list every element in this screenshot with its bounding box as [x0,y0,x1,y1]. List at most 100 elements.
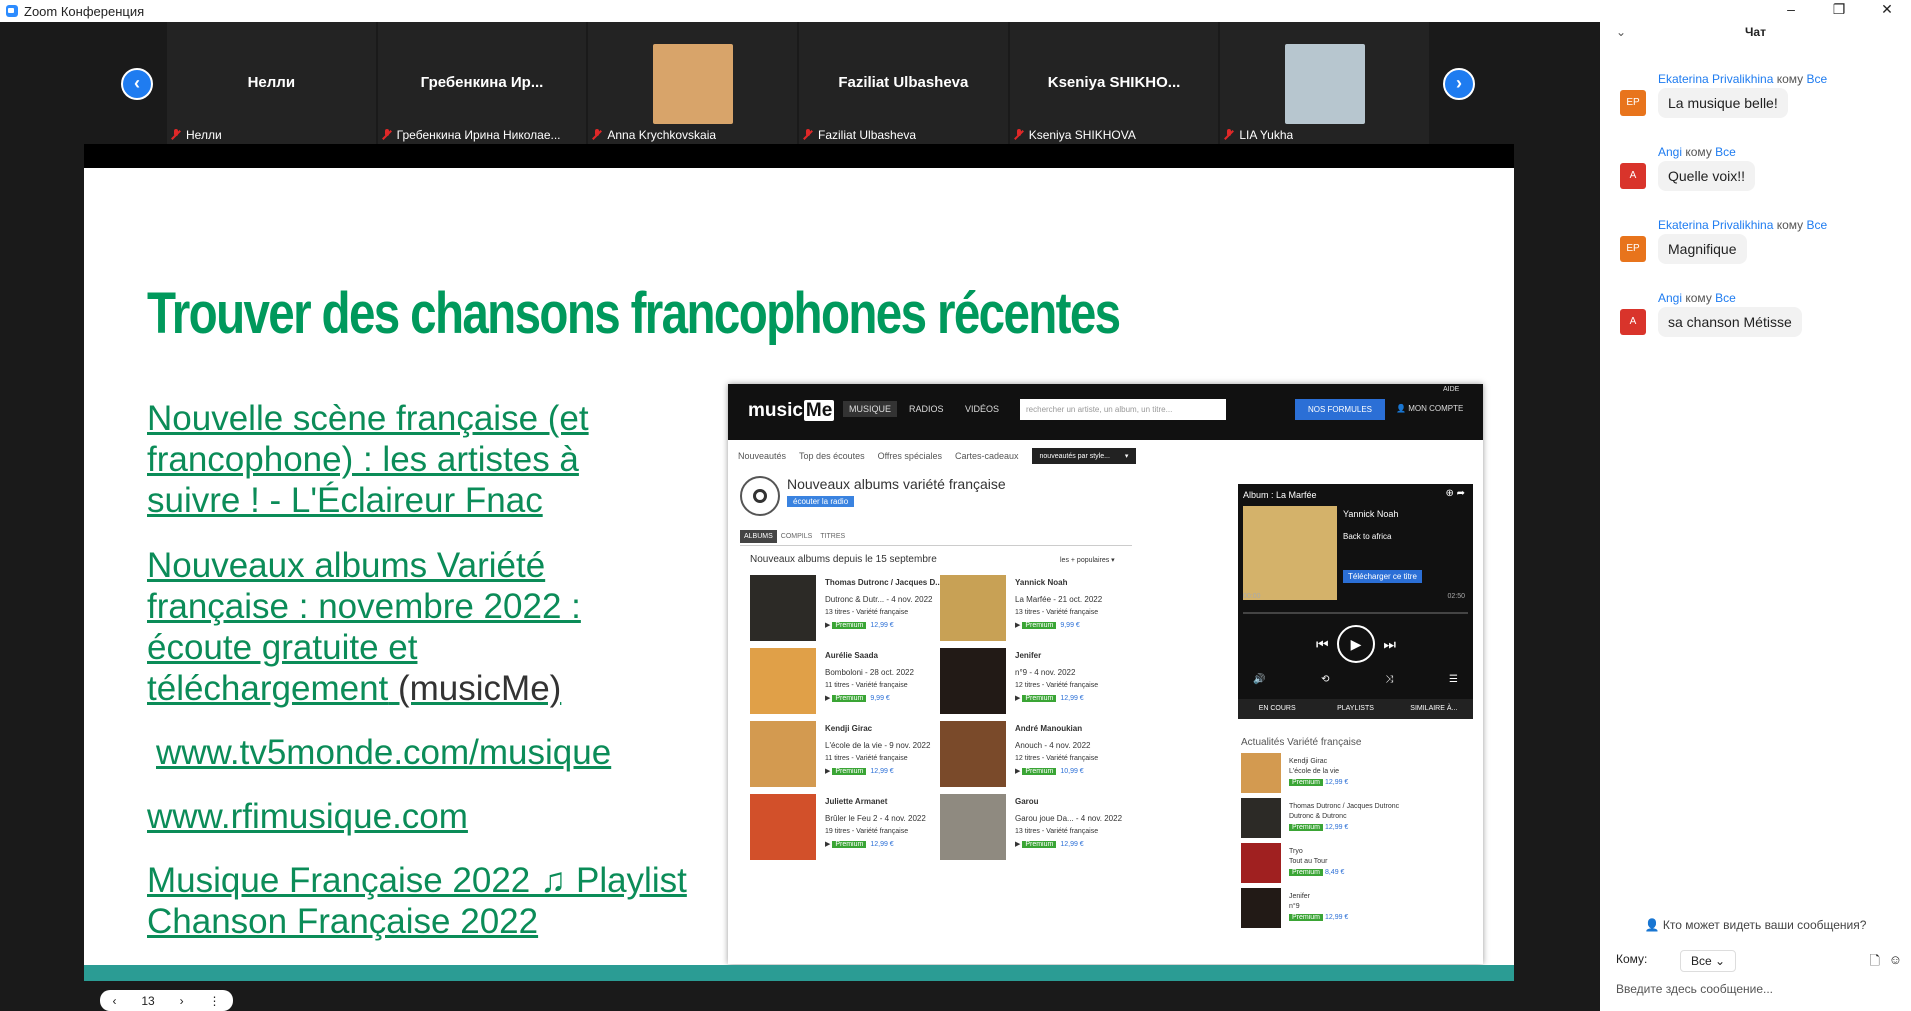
share-icon[interactable]: ⊕ ➦ [1445,488,1465,499]
emoji-icon[interactable]: ☺ [1889,952,1902,967]
album-price[interactable]: ▶ Premium 9,99 € [825,694,890,702]
album-price[interactable]: ▶ Premium 12,99 € [1015,694,1084,702]
sender-name[interactable]: Ekaterina Privalikhina [1658,72,1773,86]
style-select[interactable]: nouveautés par style... ▾ [1031,448,1137,464]
chat-input[interactable]: Введите здесь сообщение... [1616,982,1773,996]
sort-select[interactable]: les + populaires ▾ [1060,556,1115,564]
nav-videos[interactable]: VIDÉOS [965,404,999,414]
albums-since: Nouveaux albums depuis le 15 septembre [750,554,937,565]
recipient-label: Кому: [1616,952,1648,966]
user-icon: 👤 [1396,404,1409,413]
nav-aide[interactable]: AIDE [1443,386,1459,393]
sender-name[interactable]: Angi [1658,145,1682,159]
formules-button[interactable]: NOS FORMULES [1295,399,1385,420]
album-card[interactable]: Kendji Girac L'école de la vie - 9 nov. 2… [750,721,955,796]
album-card[interactable]: Juliette Armanet Brûler le Feu 2 - 4 nov.… [750,794,955,869]
album-price[interactable]: ▶ Premium 12,99 € [825,840,894,848]
album-card[interactable]: Yannick Noah La Marfée - 21 oct. 2022 13 t… [940,575,1145,650]
collapse-chevron-icon[interactable]: ⌄ [1616,22,1626,42]
sender-name[interactable]: Angi [1658,291,1682,305]
link-tv5monde[interactable]: www.tv5monde.com/musique [156,732,676,773]
previous-icon[interactable]: ⏮ [1316,636,1329,653]
album-cover [940,575,1006,641]
participant-tile[interactable]: Faziliat Ulbasheva Faziliat Ulbasheva [799,22,1008,144]
actu-artist: Thomas Dutronc / Jacques Dutronc [1289,803,1400,810]
visibility-info[interactable]: 👤 Кто может видеть ваши сообщения? [1600,918,1911,938]
actu-item[interactable]: Thomas Dutronc / Jacques Dutronc Dutronc … [1241,798,1471,838]
muted-mic-icon [803,129,813,140]
account-link[interactable]: 👤 MON COMPTE [1396,404,1463,413]
album-card[interactable]: André Manoukian Anouch - 4 nov. 2022 12 ti… [940,721,1145,796]
subtab-titres[interactable]: TITRES [816,530,849,543]
player-tab-playlists[interactable]: PLAYLISTS [1316,699,1394,719]
album-price[interactable]: ▶ Premium 10,99 € [1015,767,1084,775]
more-icon[interactable]: ⋮ [209,994,221,1008]
next-slide-icon[interactable]: › [180,994,184,1008]
participant-tile[interactable]: Гребенкина Ир... Гребенкина Ирина Николае… [377,22,587,144]
album-price[interactable]: ▶ Premium 12,99 € [1015,840,1084,848]
participant-name-large: Kseniya SHIKHO... [1047,74,1181,91]
file-icon[interactable]: 🗋 [1870,952,1880,974]
tab-nouveautes[interactable]: Nouveautés [738,451,786,461]
next-participants-button[interactable]: › [1443,68,1475,100]
album-card[interactable]: Jenifer n°9 - 4 nov. 2022 12 titres - Vari… [940,648,1145,723]
recipient-name: Все [1806,218,1828,232]
price-value: 12,99 € [1060,841,1084,848]
tab-cartes[interactable]: Cartes-cadeaux [955,451,1019,461]
participant-tile[interactable]: Anna Krychkovskaia [588,22,798,144]
actu-price[interactable]: Premium 12,99 € [1289,914,1348,921]
nav-radios[interactable]: RADIOS [909,404,944,414]
prev-participants-button[interactable]: ‹ [121,68,153,100]
restore-icon[interactable]: ❐ [1815,0,1863,22]
actu-item[interactable]: Jenifer n°9 Premium 12,99 € [1241,888,1471,928]
link-rfimusique[interactable]: www.rfimusique.com [147,796,667,837]
participant-footer: LIA Yukha [1224,128,1293,142]
participant-name: Anna Krychkovskaia [607,128,717,142]
play-icon[interactable]: ▶ [1337,625,1375,663]
album-artist: Garou [1015,797,1039,806]
sender-name[interactable]: Ekaterina Privalikhina [1658,218,1773,232]
minimize-icon[interactable]: – [1767,0,1815,22]
album-meta: 11 titres - Variété française [825,682,908,689]
album-card[interactable]: Thomas Dutronc / Jacques D... Dutronc & D… [750,575,955,650]
shuffle-icon[interactable]: ⤨ [1385,674,1393,685]
subtab-compils[interactable]: COMPILS [777,530,817,543]
actu-price[interactable]: Premium 12,99 € [1289,779,1348,786]
sender-avatar: A [1620,309,1646,335]
player-tab-current[interactable]: EN COURS [1238,699,1316,719]
actu-price[interactable]: Premium 12,99 € [1289,824,1348,831]
album-price[interactable]: ▶ Premium 9,99 € [1015,621,1080,629]
link-musicme[interactable]: Nouveaux albums Variété française : nove… [147,545,667,709]
participant-tile[interactable]: LIA Yukha [1220,22,1430,144]
prev-slide-icon[interactable]: ‹ [112,994,116,1008]
musicme-search-input[interactable]: rechercher un artiste, un album, un titr… [1020,399,1226,420]
subtab-albums[interactable]: ALBUMS [740,530,777,543]
album-card[interactable]: Aurélie Saada Bomboloni - 28 oct. 2022 11 … [750,648,955,723]
player-tab-similar[interactable]: SIMILAIRE À... [1395,699,1473,719]
player-album-label: Album : La Marfée [1243,490,1317,500]
actu-item[interactable]: Tryo Tout au Tour Premium 8,49 € [1241,843,1471,883]
actu-price[interactable]: Premium 8,49 € [1289,869,1344,876]
next-icon[interactable]: ⏭ [1383,636,1396,653]
participant-tile[interactable]: Kseniya SHIKHO... Kseniya SHIKHOVA [1009,22,1219,144]
tab-offres[interactable]: Offres spéciales [878,451,942,461]
muted-mic-icon [1014,129,1024,140]
actu-item[interactable]: Kendji Girac L'école de la vie Premium 12,… [1241,753,1471,793]
link-fnac[interactable]: Nouvelle scène française (et francophone… [147,398,667,521]
link-playlist[interactable]: Musique Française 2022 ♫ Playlist Chanso… [147,860,707,942]
radio-button[interactable]: écouter la radio [787,496,855,507]
close-icon[interactable]: ✕ [1863,0,1911,22]
download-track-button[interactable]: Télécharger ce titre [1343,570,1422,583]
participant-tile[interactable]: Нелли Нелли [167,22,376,144]
musicme-header: music Me MUSIQUE RADIOS VIDÉOS rechercher… [728,384,1483,440]
recipient-select[interactable]: Все ⌄ [1680,950,1736,972]
album-card[interactable]: Garou Garou joue Da... - 4 nov. 2022 13 ti… [940,794,1145,869]
album-price[interactable]: ▶ Premium 12,99 € [825,767,894,775]
player-track: Back to africa [1343,532,1392,541]
nav-musique[interactable]: MUSIQUE [843,401,898,417]
queue-icon[interactable]: ☰ [1449,674,1458,685]
tab-top[interactable]: Top des écoutes [799,451,865,461]
album-price[interactable]: ▶ Premium 12,99 € [825,621,894,629]
repeat-icon[interactable]: ⟲ [1321,674,1329,685]
volume-icon[interactable]: 🔊 [1253,674,1265,685]
